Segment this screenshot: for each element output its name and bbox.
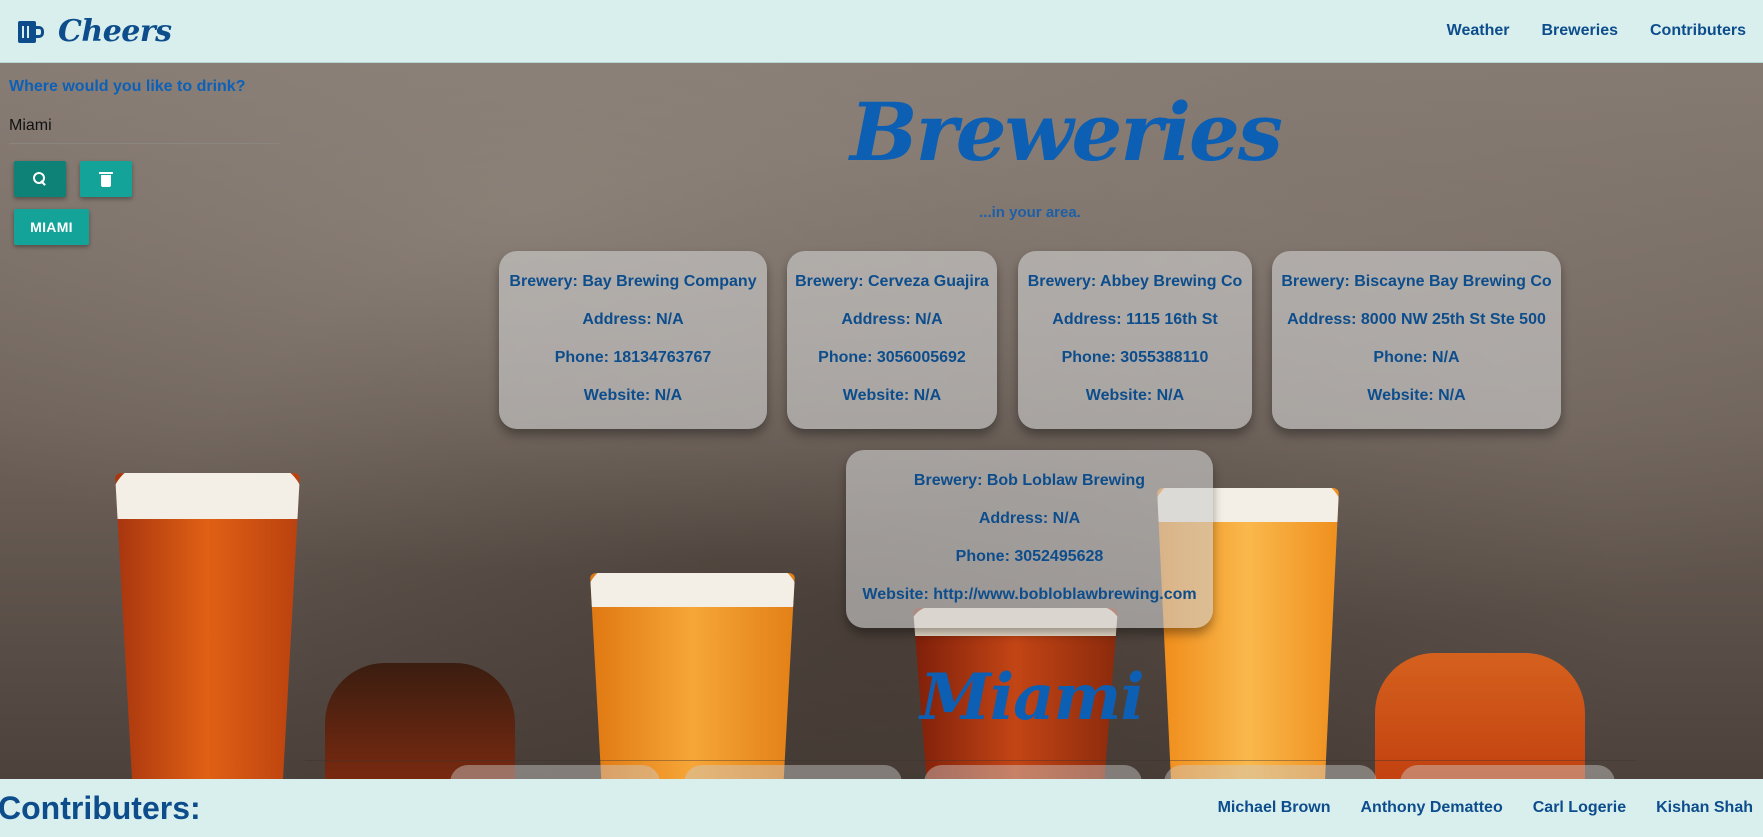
brewery-address: Address: 1115 16th St xyxy=(1052,311,1218,328)
contributor-name: Carl Logerie xyxy=(1532,799,1627,816)
brewery-phone: Phone: N/A xyxy=(1373,349,1460,366)
city-title: Miami xyxy=(920,660,1145,735)
page-title: Breweries xyxy=(850,85,1283,179)
page-subtitle: ...in your area. xyxy=(979,204,1081,221)
nav-links: Weather Breweries Contributers xyxy=(1426,22,1757,40)
footer: Contributers: Michael Brown Anthony Dema… xyxy=(0,779,1763,837)
brewery-address: Address: N/A xyxy=(841,311,943,328)
brewery-address: Address: 8000 NW 25th St Ste 500 xyxy=(1287,311,1546,328)
brand[interactable]: Cheers xyxy=(18,14,172,49)
contributor-name: Michael Brown xyxy=(1217,799,1331,816)
search-actions xyxy=(14,161,281,197)
brewery-card: Brewery: Cerveza Guajira Address: N/A Ph… xyxy=(787,251,997,429)
search-label: Where would you like to drink? xyxy=(9,78,246,95)
footer-title: Contributers: xyxy=(0,789,201,826)
brewery-address: Address: N/A xyxy=(582,311,684,328)
beer-glass-image xyxy=(325,663,515,779)
brewery-card: Brewery: Bay Brewing Company Address: N/… xyxy=(499,251,767,429)
brewery-website: Website: N/A xyxy=(1085,387,1185,404)
brewery-website: Website: N/A xyxy=(842,387,942,404)
brewery-card: Brewery: Abbey Brewing Co Address: 1115 … xyxy=(1018,251,1252,429)
brewery-card: Brewery: Bob Loblaw Brewing Address: N/A… xyxy=(846,450,1213,628)
beer-glass-image xyxy=(115,473,300,779)
brewery-name: Brewery: Cerveza Guajira xyxy=(795,273,989,290)
brewery-phone: Phone: 18134763767 xyxy=(554,349,712,366)
history-city-button[interactable]: MIAMI xyxy=(14,209,89,245)
nav-link-breweries[interactable]: Breweries xyxy=(1521,22,1630,40)
beer-glass-image xyxy=(590,573,795,779)
brewery-website[interactable]: Website: http://www.bobloblawbrewing.com xyxy=(852,586,1207,604)
contributor-name: Kishan Shah xyxy=(1656,799,1753,816)
beer-mug-icon xyxy=(18,18,44,44)
brewery-card: Brewery: Biscayne Bay Brewing Co Address… xyxy=(1272,251,1561,429)
search-button[interactable] xyxy=(14,161,66,197)
brewery-name: Brewery: Bob Loblaw Brewing xyxy=(913,472,1146,489)
top-navbar: Cheers Weather Breweries Contributers xyxy=(0,0,1763,63)
brewery-phone: Phone: 3052495628 xyxy=(955,548,1104,565)
divider xyxy=(305,760,1635,761)
brewery-name: Brewery: Biscayne Bay Brewing Co xyxy=(1281,273,1552,290)
brewery-address: Address: N/A xyxy=(978,510,1081,527)
brewery-name: Brewery: Abbey Brewing Co xyxy=(1027,273,1243,290)
search-panel: Where would you like to drink? MIAMI xyxy=(9,78,281,245)
brand-name: Cheers xyxy=(58,13,172,49)
brewery-name: Brewery: Bay Brewing Company xyxy=(509,273,757,290)
clear-history-button[interactable] xyxy=(80,161,132,197)
contributors-list: Michael Brown Anthony Dematteo Carl Loge… xyxy=(1188,799,1753,817)
nav-link-contributers[interactable]: Contributers xyxy=(1629,22,1757,40)
nav-link-weather[interactable]: Weather xyxy=(1426,22,1521,40)
contributor-name: Anthony Dematteo xyxy=(1360,799,1503,816)
brewery-phone: Phone: 3056005692 xyxy=(818,349,966,366)
trash-icon xyxy=(99,171,113,187)
brewery-website: Website: N/A xyxy=(1367,387,1466,404)
brewery-website: Website: N/A xyxy=(583,387,683,404)
city-search-input[interactable] xyxy=(9,108,281,144)
search-icon xyxy=(33,172,47,186)
brewery-phone: Phone: 3055388110 xyxy=(1061,349,1209,366)
